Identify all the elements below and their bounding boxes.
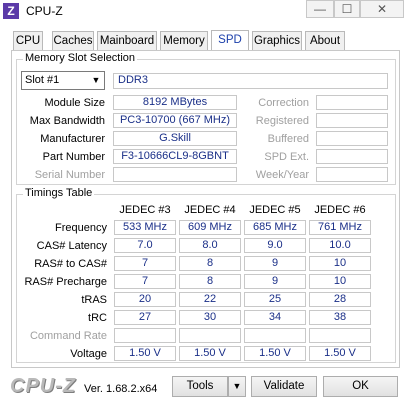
spd-ext-label: SPD Ext.: [264, 151, 309, 163]
module-size-field: 8192 MBytes: [113, 95, 237, 110]
spd-ext-field: [316, 149, 388, 164]
table-cell: 609 MHz: [179, 220, 241, 235]
trc-label: tRC: [88, 312, 107, 324]
minimize-button[interactable]: —: [306, 0, 334, 18]
version-label: Ver. 1.68.2.x64: [84, 383, 158, 395]
manufacturer-field: G.Skill: [113, 131, 237, 146]
voltage-label: Voltage: [70, 348, 107, 360]
table-cell: [114, 328, 176, 343]
table-cell: 9: [244, 256, 306, 271]
chevron-down-icon: ▼: [91, 75, 101, 85]
serial-number-label: Serial Number: [34, 169, 105, 181]
table-cell: 30: [179, 310, 241, 325]
title-bar: Z CPU-Z — ☐ ✕: [0, 0, 404, 22]
max-bandwidth-field: PC3-10700 (667 MHz): [113, 113, 237, 128]
table-cell: 28: [309, 292, 371, 307]
tab-cpu[interactable]: CPU: [13, 31, 43, 50]
manufacturer-label: Manufacturer: [40, 133, 105, 145]
col-header-jedec-4: JEDEC #4: [184, 204, 236, 216]
table-cell: 7: [114, 274, 176, 289]
part-number-label: Part Number: [42, 151, 105, 163]
table-cell: 685 MHz: [244, 220, 306, 235]
col-header-jedec-3: JEDEC #3: [119, 204, 171, 216]
spd-panel: Memory Slot Selection Slot #1 ▼ DDR3 Mod…: [11, 50, 400, 368]
window-title: CPU-Z: [26, 4, 63, 18]
tab-spd[interactable]: SPD: [211, 30, 249, 51]
table-cell: 1.50 V: [179, 346, 241, 361]
table-cell: [309, 328, 371, 343]
buffered-label: Buffered: [267, 133, 309, 145]
cpu-z-app-icon: Z: [3, 3, 19, 19]
memory-slot-group: Memory Slot Selection Slot #1 ▼ DDR3 Mod…: [16, 52, 396, 185]
max-bandwidth-label: Max Bandwidth: [29, 115, 105, 127]
table-cell: 34: [244, 310, 306, 325]
col-header-jedec-6: JEDEC #6: [314, 204, 366, 216]
table-cell: 1.50 V: [114, 346, 176, 361]
footer-bar: CPU-Z Ver. 1.68.2.x64 Tools ▼ Validate O…: [0, 372, 404, 400]
table-cell: 1.50 V: [309, 346, 371, 361]
tab-memory[interactable]: Memory: [160, 31, 208, 50]
table-cell: 7: [114, 256, 176, 271]
cpu-z-logo: CPU-Z: [10, 375, 77, 397]
table-cell: 8: [179, 256, 241, 271]
table-cell: 10: [309, 274, 371, 289]
timings-group: Timings Table JEDEC #3 JEDEC #4 JEDEC #5…: [16, 187, 396, 363]
slot-select-value: Slot #1: [25, 74, 60, 86]
frequency-label: Frequency: [55, 222, 107, 234]
table-cell: [244, 328, 306, 343]
memory-slot-group-title: Memory Slot Selection: [23, 52, 138, 64]
table-cell: 7.0: [114, 238, 176, 253]
table-cell: 8: [179, 274, 241, 289]
col-header-jedec-5: JEDEC #5: [249, 204, 301, 216]
table-cell: 25: [244, 292, 306, 307]
timings-group-title: Timings Table: [23, 187, 95, 199]
buffered-field: [316, 131, 388, 146]
table-cell: 8.0: [179, 238, 241, 253]
validate-button[interactable]: Validate: [251, 376, 317, 397]
tools-button[interactable]: Tools: [172, 376, 228, 397]
serial-number-field: [113, 167, 237, 182]
ras-to-cas-label: RAS# to CAS#: [34, 258, 107, 270]
registered-field: [316, 113, 388, 128]
table-cell: 20: [114, 292, 176, 307]
module-size-label: Module Size: [44, 97, 105, 109]
tab-mainboard[interactable]: Mainboard: [97, 31, 157, 50]
week-year-label: Week/Year: [255, 169, 309, 181]
table-cell: 9: [244, 274, 306, 289]
table-cell: 22: [179, 292, 241, 307]
ras-precharge-label: RAS# Precharge: [24, 276, 107, 288]
command-rate-label: Command Rate: [29, 330, 107, 342]
tab-caches[interactable]: Caches: [52, 31, 94, 50]
table-cell: [179, 328, 241, 343]
tools-dropdown-arrow-icon[interactable]: ▼: [228, 376, 246, 397]
table-cell: 10.0: [309, 238, 371, 253]
table-cell: 1.50 V: [244, 346, 306, 361]
table-cell: 761 MHz: [309, 220, 371, 235]
slot-select[interactable]: Slot #1 ▼: [21, 71, 105, 90]
table-cell: 533 MHz: [114, 220, 176, 235]
table-cell: 9.0: [244, 238, 306, 253]
registered-label: Registered: [255, 115, 309, 127]
table-cell: 27: [114, 310, 176, 325]
tab-about[interactable]: About: [305, 31, 345, 50]
cas-latency-label: CAS# Latency: [36, 240, 107, 252]
part-number-field: F3-10666CL9-8GBNT: [113, 149, 237, 164]
table-cell: 10: [309, 256, 371, 271]
week-year-field: [316, 167, 388, 182]
table-cell: 38: [309, 310, 371, 325]
correction-field: [316, 95, 388, 110]
tab-graphics[interactable]: Graphics: [252, 31, 302, 50]
close-button[interactable]: ✕: [360, 0, 404, 18]
memory-type-field: DDR3: [113, 73, 388, 89]
maximize-button[interactable]: ☐: [334, 0, 360, 18]
correction-label: Correction: [258, 97, 309, 109]
tras-label: tRAS: [81, 294, 107, 306]
ok-button[interactable]: OK: [323, 376, 398, 397]
